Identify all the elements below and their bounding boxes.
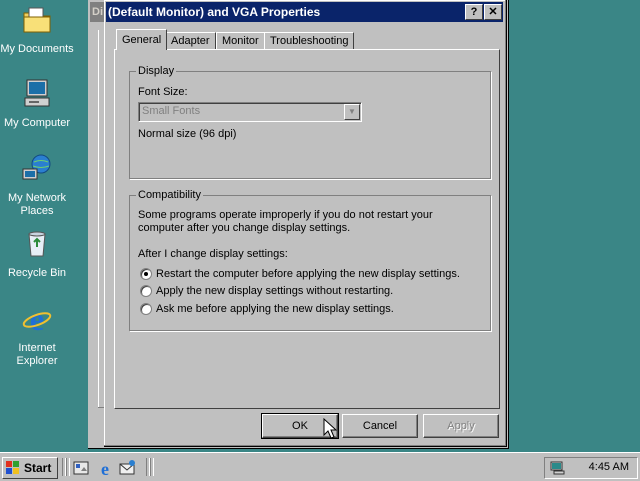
radio-restart-before-label[interactable]: Restart the computer before applying the…: [156, 268, 460, 281]
taskbar-separator: [66, 458, 70, 476]
mouse-pointer-icon: [323, 418, 337, 439]
desktop-icon-my-documents[interactable]: My Documents: [0, 4, 74, 56]
cancel-button[interactable]: Cancel: [342, 414, 418, 438]
display-settings-icon[interactable]: [550, 460, 566, 476]
compatibility-group: Compatibility Some programs operate impr…: [129, 188, 491, 331]
chevron-down-icon: ▼: [344, 104, 360, 120]
svg-text:e: e: [101, 459, 109, 477]
computer-icon: [24, 79, 50, 107]
desktop-icon-recycle-bin[interactable]: Recycle Bin: [0, 228, 74, 280]
windows-logo-icon: [6, 461, 19, 474]
apply-button[interactable]: Apply: [423, 414, 499, 438]
compatibility-description: computer after you change display settin…: [138, 222, 351, 234]
network-places-icon: [22, 154, 51, 180]
help-button[interactable]: ?: [465, 4, 483, 20]
start-label: Start: [24, 461, 52, 475]
compatibility-description: Some programs operate improperly if you …: [138, 209, 433, 221]
internet-explorer-icon[interactable]: e: [96, 459, 114, 477]
radio-apply-without-restart[interactable]: [140, 285, 152, 297]
desktop-icon-my-network-places[interactable]: My Network Places: [0, 153, 74, 218]
desktop-icon-label: My Documents: [0, 43, 74, 55]
clock[interactable]: 4:45 AM: [589, 461, 629, 473]
desktop-icon-label: My Network Places: [7, 192, 67, 217]
recycle-bin-icon: [28, 231, 46, 257]
tab-adapter[interactable]: Adapter: [165, 32, 216, 50]
desktop-icon-internet-explorer[interactable]: e Internet Explorer: [0, 301, 74, 368]
dialog-titlebar[interactable]: (Default Monitor) and VGA Properties ? ✕: [106, 2, 503, 22]
outlook-express-icon[interactable]: [118, 459, 136, 477]
radio-apply-without-restart-label[interactable]: Apply the new display settings without r…: [156, 285, 393, 298]
display-group-legend: Display: [136, 64, 177, 78]
show-desktop-icon[interactable]: [72, 459, 90, 477]
desktop-icon-label: My Computer: [3, 117, 71, 129]
internet-explorer-icon: e: [22, 301, 52, 337]
after-change-label: After I change display settings:: [138, 248, 288, 260]
radio-restart-before[interactable]: [140, 268, 152, 280]
general-tab-panel: Display Font Size: Small Fonts ▼ Normal …: [114, 49, 500, 409]
desktop-icon-label: Recycle Bin: [7, 267, 67, 279]
tab-general[interactable]: General: [116, 29, 168, 50]
font-size-value: Small Fonts: [142, 105, 201, 117]
radio-ask-me-label[interactable]: Ask me before applying the new display s…: [156, 303, 394, 316]
taskbar: Start e 4:45 AM: [0, 452, 640, 481]
taskbar-separator: [150, 458, 154, 476]
system-tray: 4:45 AM: [544, 457, 638, 479]
apply-button-label: Apply: [447, 420, 475, 432]
divider: [98, 30, 99, 408]
tab-troubleshooting[interactable]: Troubleshooting: [264, 32, 355, 50]
svg-text:e: e: [30, 303, 44, 335]
display-group: Display Font Size: Small Fonts ▼ Normal …: [129, 64, 491, 179]
display-properties-dialog: (Default Monitor) and VGA Properties ? ✕…: [104, 0, 507, 447]
font-size-select: Small Fonts ▼: [138, 102, 362, 122]
tab-monitor[interactable]: Monitor: [216, 32, 265, 50]
start-button[interactable]: Start: [2, 457, 58, 479]
desktop-icon-label: Internet Explorer: [16, 342, 58, 367]
compatibility-group-legend: Compatibility: [136, 188, 203, 202]
font-size-label: Font Size:: [138, 86, 188, 98]
ok-button-label: OK: [292, 420, 308, 432]
radio-ask-me[interactable]: [140, 303, 152, 315]
cancel-button-label: Cancel: [362, 420, 398, 432]
dialog-title: (Default Monitor) and VGA Properties: [108, 5, 321, 19]
dpi-text: Normal size (96 dpi): [138, 128, 237, 140]
folder-documents-icon: [23, 7, 51, 33]
close-button[interactable]: ✕: [484, 4, 502, 20]
desktop-icon-my-computer[interactable]: My Computer: [0, 78, 74, 130]
